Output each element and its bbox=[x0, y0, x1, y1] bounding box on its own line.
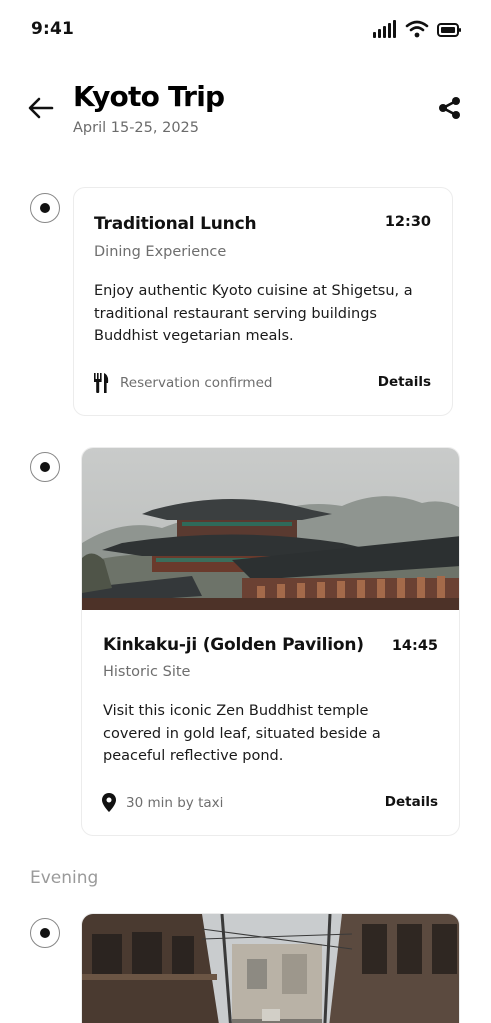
card-description: Enjoy authentic Kyoto cuisine at Shigets… bbox=[94, 280, 439, 348]
card-meta: Reservation confirmed bbox=[92, 373, 272, 393]
arrow-left-icon bbox=[28, 97, 54, 119]
description-line: Buddhist vegetarian meals. bbox=[94, 328, 294, 344]
page-title: Kyoto Trip bbox=[73, 80, 225, 113]
share-button[interactable] bbox=[437, 95, 463, 121]
status-time: 9:41 bbox=[31, 19, 75, 39]
signal-icon bbox=[373, 20, 397, 42]
itinerary-card-lunch[interactable]: Traditional Lunch 12:30 Dining Experienc… bbox=[73, 187, 453, 416]
description-line: covered in gold leaf, situated beside a bbox=[103, 725, 381, 742]
details-link[interactable]: Details bbox=[378, 374, 431, 390]
timeline-marker bbox=[30, 918, 60, 948]
description-line: Visit this iconic Zen Buddhist temple bbox=[103, 703, 369, 719]
description-line: Enjoy authentic Kyoto cuisine at Shigets… bbox=[94, 283, 413, 299]
card-category: Historic Site bbox=[103, 664, 191, 680]
timeline-marker-dot bbox=[40, 203, 50, 213]
details-link[interactable]: Details bbox=[385, 794, 438, 810]
trip-itinerary-screen: 9:41 Kyoto Trip April 15-25, 2025 Tradit… bbox=[0, 0, 491, 1023]
card-meta: 30 min by taxi bbox=[102, 793, 223, 812]
meta-text: 30 min by taxi bbox=[126, 794, 224, 811]
status-icons bbox=[373, 20, 461, 42]
pagoda-temple-photo bbox=[82, 448, 459, 610]
utensils-icon bbox=[94, 373, 109, 393]
timeline-marker-dot bbox=[40, 462, 50, 472]
description-line: peaceful reflective pond. bbox=[103, 748, 284, 764]
itinerary-card-kinkakuji[interactable]: Kinkaku-ji (Golden Pavilion) 14:45 Histo… bbox=[81, 447, 460, 836]
map-pin-icon bbox=[102, 793, 116, 812]
timeline-marker bbox=[30, 193, 60, 223]
battery-icon bbox=[437, 22, 461, 41]
trip-dates: April 15-25, 2025 bbox=[73, 120, 200, 136]
card-category: Dining Experience bbox=[94, 244, 227, 260]
section-label-evening: Evening bbox=[30, 868, 99, 888]
itinerary-card-evening[interactable] bbox=[81, 913, 460, 1023]
card-time: 14:45 bbox=[391, 638, 438, 654]
back-button[interactable] bbox=[27, 94, 55, 122]
card-description: Visit this iconic Zen Buddhist temple co… bbox=[103, 700, 448, 768]
timeline-marker-dot bbox=[40, 928, 50, 938]
card-time: 12:30 bbox=[384, 214, 431, 230]
share-icon bbox=[439, 97, 460, 119]
kyoto-street-photo bbox=[82, 914, 459, 1023]
card-title: Traditional Lunch bbox=[94, 214, 257, 234]
description-line: traditional restaurant serving buildings bbox=[94, 305, 377, 322]
timeline-marker bbox=[30, 452, 60, 482]
wifi-icon bbox=[405, 20, 429, 42]
card-title: Kinkaku-ji (Golden Pavilion) bbox=[103, 635, 364, 655]
meta-text: Reservation confirmed bbox=[120, 375, 273, 391]
